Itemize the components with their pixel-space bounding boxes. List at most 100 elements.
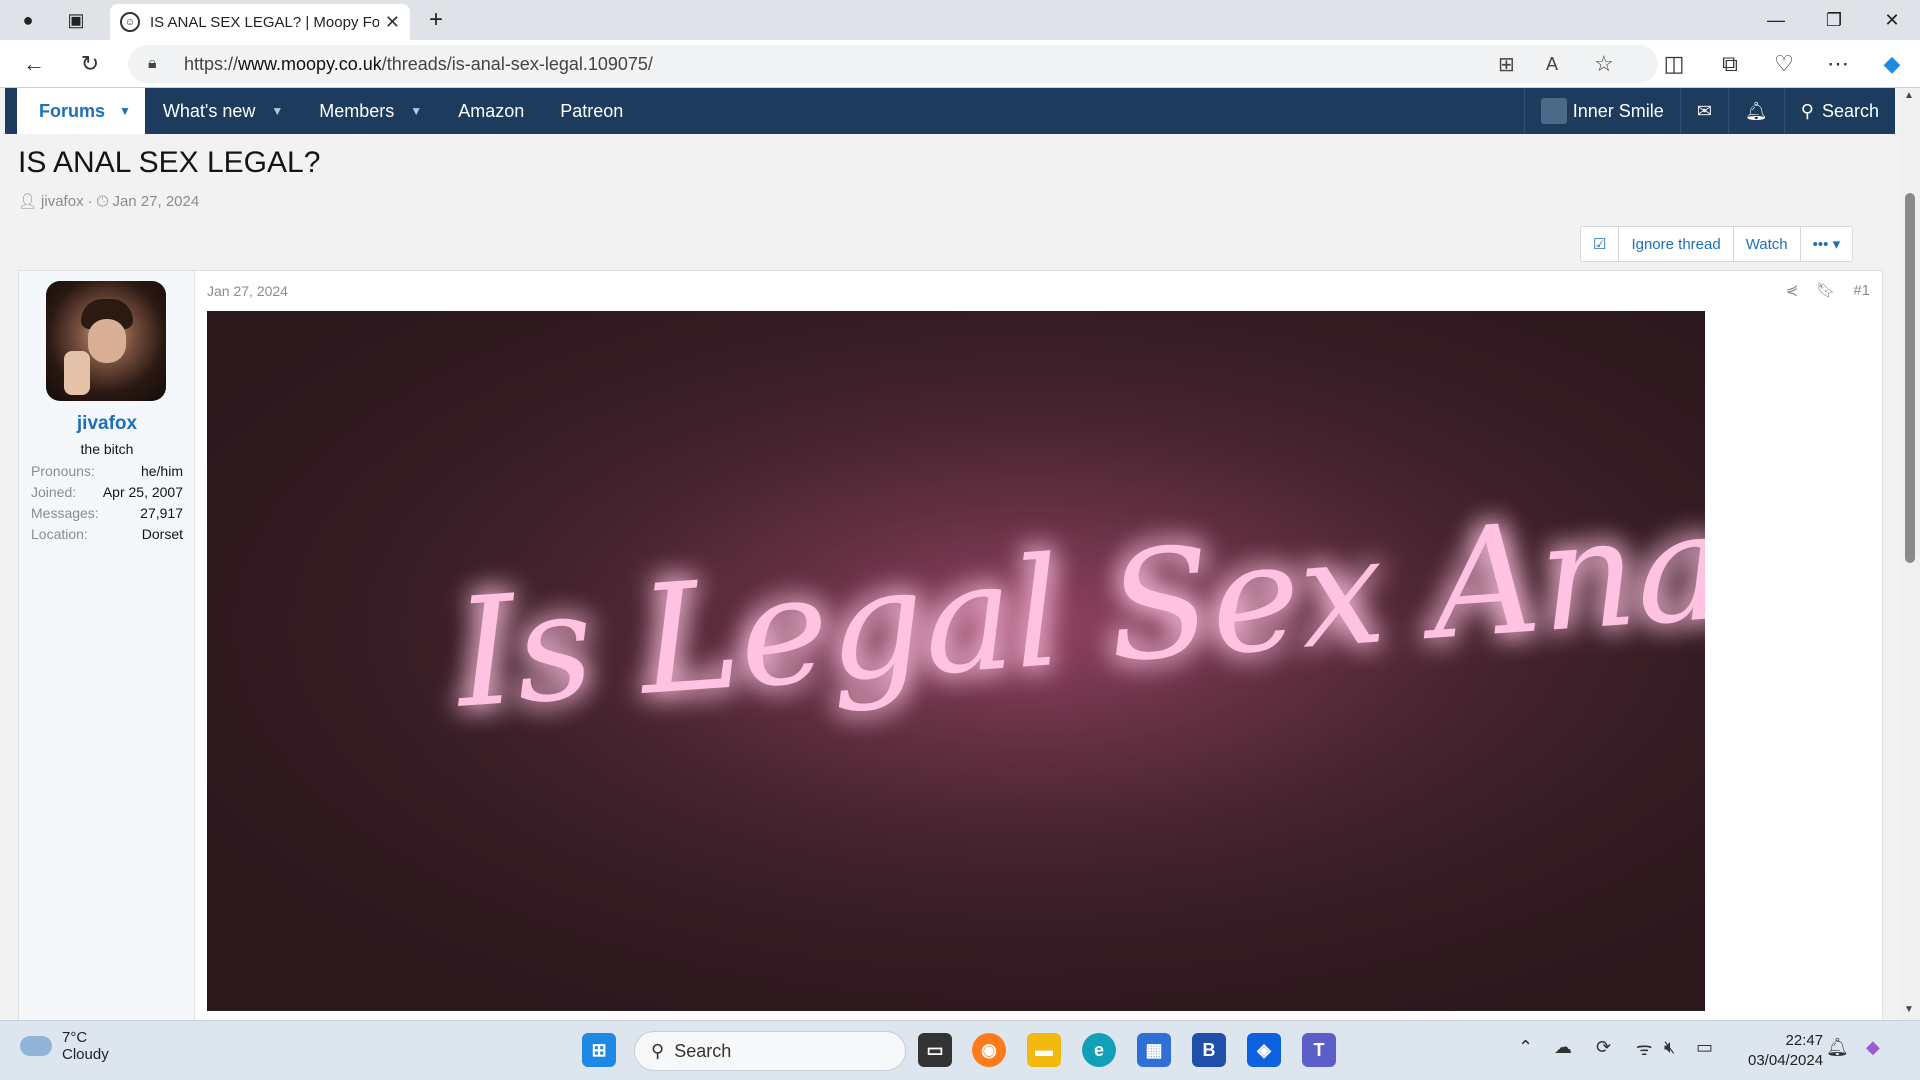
more-menu-icon[interactable]: ⋯ (1820, 46, 1856, 82)
post-main: Jan 27, 2024 ⋞ 🔖︎ #1 Is Legal Sex Anal? (195, 271, 1882, 1020)
battery-icon[interactable]: ▭ (1696, 1037, 1713, 1058)
user-icon: 👤︎ (18, 193, 38, 210)
back-icon[interactable]: ← (16, 46, 52, 82)
copilot-taskbar-icon[interactable]: ◆ (1866, 1037, 1880, 1058)
nav-user-area: Inner Smile ✉ 🔔︎ ⚲ Search (1523, 88, 1895, 134)
address-toolbar: ← ↻ 🔒︎ https://www.moopy.co.uk/threads/i… (0, 40, 1920, 88)
mute-icon[interactable]: 🔇︎ (1664, 1037, 1675, 1058)
taskbar-search[interactable]: ⚲ Search (634, 1031, 906, 1071)
post-username[interactable]: jivafox (19, 413, 195, 435)
page-title: IS ANAL SEX LEGAL? (18, 146, 321, 179)
site-navbar: Forums ▼ What's new ▼ Members ▼ Amazon P… (5, 88, 1895, 134)
copilot-icon[interactable]: ◆ (1874, 46, 1910, 82)
nav-search[interactable]: ⚲ Search (1783, 88, 1895, 134)
weather-widget[interactable]: 7°C Cloudy (20, 1029, 109, 1063)
chevron-down-icon[interactable]: ▼ (271, 104, 283, 118)
read-aloud-icon[interactable]: A (1546, 54, 1558, 75)
bell-icon[interactable]: 🔔︎ (1727, 88, 1784, 134)
url-path: /threads/is-anal-sex-legal.109075/ (381, 53, 653, 74)
edge-icon[interactable]: e (1082, 1033, 1116, 1067)
firefox-icon[interactable]: ◉ (972, 1033, 1006, 1067)
stat-value[interactable]: Dorset (142, 526, 183, 542)
scroll-down-icon[interactable]: ▼ (1904, 1004, 1914, 1015)
more-options-button[interactable]: ••• ▾ (1801, 227, 1852, 261)
chevron-down-icon: ▾ (1832, 236, 1841, 253)
nav-forums-tab[interactable]: Forums ▼ (17, 88, 145, 134)
post-image[interactable]: Is Legal Sex Anal? (207, 311, 1705, 1011)
tab-title: IS ANAL SEX LEGAL? | Moopy For (150, 13, 379, 31)
nav-amazon[interactable]: Amazon (440, 88, 542, 134)
clock-date: 03/04/2024 (1748, 1052, 1824, 1069)
user-title: the bitch (80, 441, 134, 457)
chevron-down-icon[interactable]: ▼ (119, 104, 131, 118)
avatar[interactable] (46, 281, 166, 401)
restore-icon[interactable]: ❐ (1806, 0, 1862, 40)
favorite-star-icon[interactable]: ☆ (1594, 51, 1614, 77)
browser-essentials-icon[interactable]: ♡ (1766, 46, 1802, 82)
window-close-icon[interactable]: ✕ (1864, 0, 1920, 40)
onedrive-icon[interactable]: ☁ (1554, 1037, 1572, 1058)
post-user-block: jivafox the bitch Pronouns: he/him Joine… (19, 271, 195, 1020)
start-icon[interactable]: ⊞ (582, 1033, 616, 1067)
nav-forums-label: Forums (39, 100, 106, 121)
web-page: Forums ▼ What's new ▼ Members ▼ Amazon P… (0, 88, 1900, 1020)
close-tab-icon[interactable]: ✕ (385, 12, 400, 33)
minimize-icon[interactable]: — (1748, 0, 1804, 40)
dropbox-icon[interactable]: ◈ (1247, 1033, 1281, 1067)
url-bar[interactable]: 🔒︎ https://www.moopy.co.uk/threads/is-an… (128, 45, 1658, 83)
post-date[interactable]: Jan 27, 2024 (207, 283, 288, 299)
thread-actions: ☑ Ignore thread Watch ••• ▾ (1580, 226, 1854, 262)
select-checkbox[interactable]: ☑ (1581, 227, 1620, 261)
url-host: www.moopy.co.uk (238, 53, 382, 74)
inbox-icon[interactable]: ✉ (1679, 88, 1728, 134)
wifi-icon[interactable]: ᯤ (1636, 1037, 1652, 1061)
post-tools: ⋞ 🔖︎ #1 (1786, 281, 1870, 300)
tab-actions-icon[interactable]: ▣ (48, 0, 104, 40)
more-label: ••• (1812, 235, 1829, 253)
site-favicon-icon: ☺ (120, 12, 140, 32)
chevron-up-icon[interactable]: ⌃ (1518, 1037, 1533, 1058)
page-scrollbar[interactable]: ▲ ▼ (1900, 88, 1920, 1020)
b-app-icon[interactable]: B (1192, 1033, 1226, 1067)
clock-icon: 🕓︎ (96, 192, 109, 210)
scroll-up-icon[interactable]: ▲ (1904, 90, 1914, 101)
taskbar-clock[interactable]: 22:47 03/04/2024 (1748, 1031, 1823, 1071)
sync-icon[interactable]: ⟳ (1596, 1037, 1611, 1058)
browser-tab[interactable]: ☺ IS ANAL SEX LEGAL? | Moopy For ✕ (110, 4, 410, 40)
collections-icon[interactable]: ⧉ (1712, 46, 1748, 82)
thread-author[interactable]: jivafox (41, 193, 84, 210)
nav-account[interactable]: Inner Smile (1523, 88, 1680, 134)
refresh-icon[interactable]: ↻ (72, 46, 108, 82)
url-prefix: https:// (184, 53, 239, 74)
lock-icon[interactable]: 🔒︎ (148, 55, 157, 73)
stat-key: Messages: (31, 505, 99, 521)
new-tab-icon[interactable]: + (408, 0, 464, 40)
scroll-thumb[interactable] (1905, 193, 1915, 563)
avatar (1540, 98, 1567, 124)
stat-value: Apr 25, 2007 (102, 484, 183, 500)
meta-separator: · (87, 192, 93, 210)
app-available-icon[interactable]: ⊞ (1498, 52, 1515, 77)
taskbar: 7°C Cloudy ⊞ ⚲ Search ▭ ◉ ▬ e ▦ B ◈ T ⌃ … (0, 1020, 1920, 1080)
nav-search-label: Search (1821, 100, 1879, 121)
stat-value[interactable]: 27,917 (140, 505, 183, 521)
nav-whats-new[interactable]: What's new ▼ (145, 88, 301, 134)
nav-members[interactable]: Members ▼ (301, 88, 440, 134)
thread-date[interactable]: Jan 27, 2024 (112, 193, 199, 210)
neon-sign-graphic: Is Legal Sex Anal? (207, 311, 1705, 1011)
notification-bell-icon[interactable]: 🔔︎ (1826, 1037, 1849, 1058)
post-number[interactable]: #1 (1853, 282, 1870, 299)
user-stat-joined: Joined: Apr 25, 2007 (31, 484, 183, 500)
task-view-icon[interactable]: ▭ (918, 1033, 952, 1067)
ignore-thread-button[interactable]: Ignore thread (1619, 227, 1734, 261)
share-icon[interactable]: ⋞ (1786, 281, 1799, 299)
split-screen-icon[interactable]: ◫ (1656, 46, 1692, 82)
store-icon[interactable]: ▦ (1137, 1033, 1171, 1067)
chevron-down-icon[interactable]: ▼ (410, 104, 422, 118)
teams-icon[interactable]: T (1302, 1033, 1336, 1067)
file-explorer-icon[interactable]: ▬ (1027, 1033, 1061, 1067)
stat-key: Pronouns: (31, 463, 95, 479)
watch-button[interactable]: Watch (1734, 227, 1801, 261)
bookmark-icon[interactable]: 🔖︎ (1816, 281, 1835, 299)
nav-patreon[interactable]: Patreon (542, 88, 641, 134)
